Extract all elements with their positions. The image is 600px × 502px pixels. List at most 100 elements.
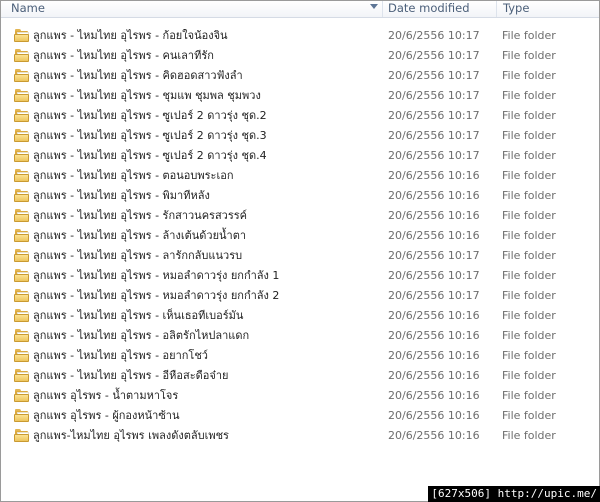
folder-icon: [14, 129, 30, 142]
folder-date-modified: 20/6/2556 10:17: [388, 269, 480, 282]
folder-type: File folder: [502, 429, 556, 442]
folder-type: File folder: [502, 49, 556, 62]
folder-icon: [14, 189, 30, 202]
folder-name: ลูกแพร อุไรพร - น้ำตามหาโจร: [33, 389, 179, 402]
folder-name: ลูกแพร - ไหมไทย อุไรพร - คนเลาทีรัก: [33, 49, 214, 62]
folder-icon: [14, 369, 30, 382]
column-header-date-modified[interactable]: Date modified: [383, 1, 497, 17]
folder-icon: [14, 209, 30, 222]
folder-date-modified: 20/6/2556 10:17: [388, 249, 480, 262]
column-header-date-label: Date modified: [388, 1, 470, 15]
folder-icon: [14, 149, 30, 162]
folder-icon: [14, 409, 30, 422]
folder-date-modified: 20/6/2556 10:17: [388, 129, 480, 142]
folder-name: ลูกแพร - ไหมไทย อุไรพร - ซูเปอร์ 2 ดาวรุ…: [33, 129, 267, 142]
folder-date-modified: 20/6/2556 10:16: [388, 369, 480, 382]
folder-date-modified: 20/6/2556 10:16: [388, 329, 480, 342]
folder-row[interactable]: ลูกแพร - ไหมไทย อุไรพร - รักสาวนครสวรรค์…: [1, 206, 599, 226]
folder-row[interactable]: ลูกแพร - ไหมไทย อุไรพร - ก้อยใจน้องจิน 20…: [1, 26, 599, 46]
folder-icon: [14, 429, 30, 442]
folder-date-modified: 20/6/2556 10:16: [388, 429, 480, 442]
folder-type: File folder: [502, 109, 556, 122]
folder-row[interactable]: ลูกแพร - ไหมไทย อุไรพร - อลิตรักไหปลาแดก…: [1, 326, 599, 346]
folder-date-modified: 20/6/2556 10:16: [388, 389, 480, 402]
folder-name: ลูกแพร - ไหมไทย อุไรพร - อลิตรักไหปลาแดก: [33, 329, 250, 342]
folder-type: File folder: [502, 69, 556, 82]
folder-row[interactable]: ลูกแพร อุไรพร - ผู้กองหน้าซ้าน 20/6/2556 …: [1, 406, 599, 426]
folder-type: File folder: [502, 89, 556, 102]
folder-row[interactable]: ลูกแพร - ไหมไทย อุไรพร - หมอลำดาวรุ่ง ยก…: [1, 286, 599, 306]
folder-date-modified: 20/6/2556 10:17: [388, 49, 480, 62]
folder-type: File folder: [502, 229, 556, 242]
column-header-type-label: Type: [503, 1, 530, 15]
folder-type: File folder: [502, 349, 556, 362]
folder-type: File folder: [502, 369, 556, 382]
folder-icon: [14, 49, 30, 62]
folder-row[interactable]: ลูกแพร - ไหมไทย อุไรพร - ซูเปอร์ 2 ดาวรุ…: [1, 126, 599, 146]
folder-type: File folder: [502, 309, 556, 322]
folder-icon: [14, 89, 30, 102]
folder-row[interactable]: ลูกแพร - ไหมไทย อุไรพร - หมอลำดาวรุ่ง ยก…: [1, 266, 599, 286]
folder-row[interactable]: ลูกแพร - ไหมไทย อุไรพร - เห็นเธอทีเบอร์ม…: [1, 306, 599, 326]
folder-row[interactable]: ลูกแพร อุไรพร - น้ำตามหาโจร 20/6/2556 10:…: [1, 386, 599, 406]
folder-name: ลูกแพร-ไหมไทย อุไรพร เพลงดังตลับเพชร: [33, 429, 229, 442]
folder-icon: [14, 169, 30, 182]
folder-row[interactable]: ลูกแพร - ไหมไทย อุไรพร - ซูเปอร์ 2 ดาวรุ…: [1, 146, 599, 166]
sort-down-arrow-icon: [370, 4, 378, 9]
column-header-bar: Name Date modified Type: [1, 1, 599, 18]
folder-name: ลูกแพร - ไหมไทย อุไรพร - ล้างเต้นด้วยน้ำ…: [33, 229, 247, 242]
file-list: ลูกแพร - ไหมไทย อุไรพร - ก้อยใจน้องจิน 20…: [1, 26, 599, 446]
folder-type: File folder: [502, 329, 556, 342]
folder-date-modified: 20/6/2556 10:16: [388, 169, 480, 182]
folder-type: File folder: [502, 169, 556, 182]
folder-icon: [14, 249, 30, 262]
folder-date-modified: 20/6/2556 10:17: [388, 149, 480, 162]
folder-date-modified: 20/6/2556 10:17: [388, 69, 480, 82]
folder-date-modified: 20/6/2556 10:16: [388, 309, 480, 322]
folder-icon: [14, 329, 30, 342]
folder-row[interactable]: ลูกแพร - ไหมไทย อุไรพร - คิดฮอดสาวฟังลำ 2…: [1, 66, 599, 86]
folder-name: ลูกแพร - ไหมไทย อุไรพร - พิมาทีหลัง: [33, 189, 210, 202]
folder-date-modified: 20/6/2556 10:17: [388, 89, 480, 102]
folder-date-modified: 20/6/2556 10:16: [388, 349, 480, 362]
folder-date-modified: 20/6/2556 10:17: [388, 289, 480, 302]
folder-row[interactable]: ลูกแพร - ไหมไทย อุไรพร - ชุมแพ ชุมพล ชุม…: [1, 86, 599, 106]
folder-row[interactable]: ลูกแพร - ไหมไทย อุไรพร - ลารักกลับแนวรบ 2…: [1, 246, 599, 266]
folder-row[interactable]: ลูกแพร - ไหมไทย อุไรพร - พิมาทีหลัง 20/6/…: [1, 186, 599, 206]
folder-row[interactable]: ลูกแพร - ไหมไทย อุไรพร - อีหือสะดือจ๋าย 2…: [1, 366, 599, 386]
folder-date-modified: 20/6/2556 10:17: [388, 29, 480, 42]
column-header-name[interactable]: Name: [1, 1, 383, 17]
folder-name: ลูกแพร - ไหมไทย อุไรพร - อยากโชว์: [33, 349, 208, 362]
column-header-type[interactable]: Type: [497, 1, 599, 17]
folder-type: File folder: [502, 389, 556, 402]
folder-row[interactable]: ลูกแพร - ไหมไทย อุไรพร - คนเลาทีรัก 20/6/…: [1, 46, 599, 66]
folder-date-modified: 20/6/2556 10:17: [388, 109, 480, 122]
folder-name: ลูกแพร - ไหมไทย อุไรพร - ลารักกลับแนวรบ: [33, 249, 243, 262]
folder-name: ลูกแพร - ไหมไทย อุไรพร - หมอลำดาวรุ่ง ยก…: [33, 289, 280, 302]
folder-type: File folder: [502, 409, 556, 422]
folder-name: ลูกแพร - ไหมไทย อุไรพร - เห็นเธอทีเบอร์ม…: [33, 309, 244, 322]
folder-date-modified: 20/6/2556 10:16: [388, 409, 480, 422]
folder-icon: [14, 29, 30, 42]
folder-row[interactable]: ลูกแพร - ไหมไทย อุไรพร - ล้างเต้นด้วยน้ำ…: [1, 226, 599, 246]
folder-date-modified: 20/6/2556 10:16: [388, 209, 480, 222]
folder-name: ลูกแพร - ไหมไทย อุไรพร - ก้อยใจน้องจิน: [33, 29, 228, 42]
folder-icon: [14, 269, 30, 282]
folder-icon: [14, 69, 30, 82]
folder-row[interactable]: ลูกแพร-ไหมไทย อุไรพร เพลงดังตลับเพชร 20/6…: [1, 426, 599, 446]
folder-type: File folder: [502, 129, 556, 142]
folder-name: ลูกแพร อุไรพร - ผู้กองหน้าซ้าน: [33, 409, 180, 422]
folder-row[interactable]: ลูกแพร - ไหมไทย อุไรพร - ตอนอบพระเอก 20/6…: [1, 166, 599, 186]
folder-date-modified: 20/6/2556 10:16: [388, 189, 480, 202]
folder-row[interactable]: ลูกแพร - ไหมไทย อุไรพร - อยากโชว์ 20/6/25…: [1, 346, 599, 366]
folder-date-modified: 20/6/2556 10:16: [388, 229, 480, 242]
image-size-watermark: [627x506] http://upic.me/: [428, 486, 600, 502]
folder-row[interactable]: ลูกแพร - ไหมไทย อุไรพร - ซูเปอร์ 2 ดาวรุ…: [1, 106, 599, 126]
folder-name: ลูกแพร - ไหมไทย อุไรพร - อีหือสะดือจ๋าย: [33, 369, 229, 382]
folder-name: ลูกแพร - ไหมไทย อุไรพร - ซูเปอร์ 2 ดาวรุ…: [33, 149, 267, 162]
folder-icon: [14, 289, 30, 302]
folder-type: File folder: [502, 269, 556, 282]
folder-name: ลูกแพร - ไหมไทย อุไรพร - หมอลำดาวรุ่ง ยก…: [33, 269, 280, 282]
column-header-name-label: Name: [11, 1, 45, 15]
folder-name: ลูกแพร - ไหมไทย อุไรพร - คิดฮอดสาวฟังลำ: [33, 69, 243, 82]
